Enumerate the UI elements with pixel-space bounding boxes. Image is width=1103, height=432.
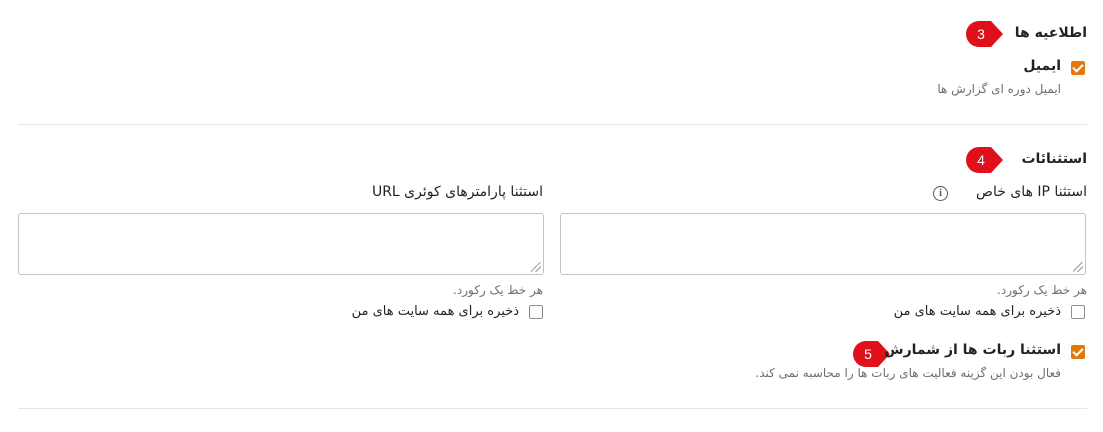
url-save-all-checkbox[interactable] [529,305,543,319]
bots-exclusion-description: فعال بودن این گزینه فعالیت های ربات ها ر… [755,366,1061,380]
ip-exclusion-label: استثنا IP های خاص [976,184,1087,200]
bots-exclusion-checkbox[interactable] [1071,345,1085,359]
ip-save-all-checkbox[interactable] [1071,305,1085,319]
section-divider [18,408,1087,409]
notifications-title: اطلاعیه ها [1014,25,1087,41]
callout-number: 5 [864,346,872,362]
url-save-all-label: ذخیره برای همه سایت های من [351,304,519,319]
url-exclusion-textarea[interactable] [18,213,544,275]
email-description: ایمیل دوره ای گزارش ها [937,82,1061,96]
callout-badge-4: 4 [965,146,1005,174]
bots-exclusion-label: استثنا ربات ها از شمارش [884,342,1061,358]
callout-badge-3: 3 [965,20,1005,48]
url-exclusion-label: استثنا پارامترهای کوئری URL [371,184,543,200]
resize-grip-icon[interactable] [1073,262,1083,272]
resize-grip-icon[interactable] [531,262,541,272]
info-icon[interactable]: i [933,186,948,201]
exclusions-title: استثنائات [1021,151,1087,167]
url-hint: هر خط یک رکورد. [453,283,543,297]
ip-hint: هر خط یک رکورد. [997,283,1087,297]
callout-number: 3 [977,26,985,42]
section-divider [18,124,1087,125]
ip-exclusion-textarea[interactable] [560,213,1086,275]
settings-page: اطلاعیه ها 3 ایمیل ایمیل دوره ای گزارش ه… [0,0,1103,432]
email-label: ایمیل [1023,58,1061,74]
email-checkbox[interactable] [1071,61,1085,75]
callout-number: 4 [977,152,985,168]
ip-save-all-label: ذخیره برای همه سایت های من [893,304,1061,319]
